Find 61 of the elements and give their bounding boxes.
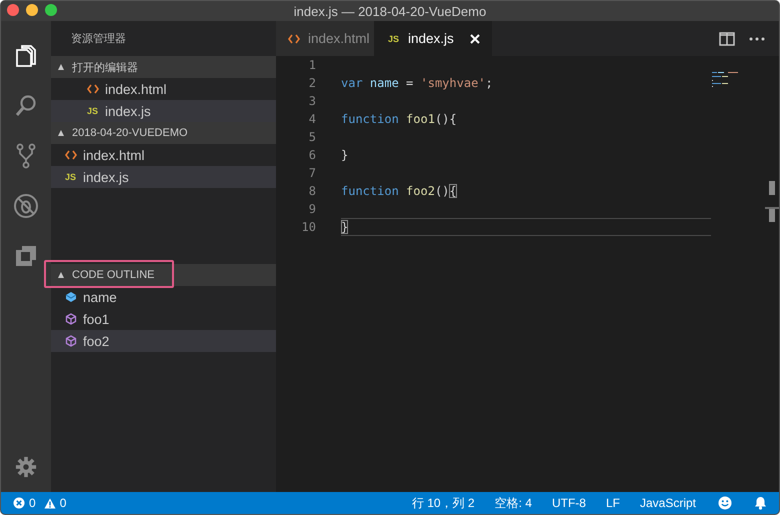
js-file-icon: JS [65, 172, 77, 182]
file-item[interactable]: JS index.js [51, 166, 276, 188]
line-number: 5 [308, 130, 316, 144]
sidebar-title: 资源管理器 [71, 32, 126, 46]
code-brackets-icon [87, 84, 99, 94]
outline-item[interactable]: foo1 [51, 308, 276, 330]
no-bug-icon[interactable] [13, 193, 39, 219]
code-line: function foo1(){ [341, 112, 457, 126]
files-icon[interactable] [14, 44, 38, 68]
code-brackets-icon [288, 34, 300, 44]
line-number: 1 [308, 58, 316, 72]
line-number: 6 [308, 148, 316, 162]
bell-icon[interactable] [754, 496, 767, 510]
line-number: 10 [300, 220, 316, 234]
settings-icon[interactable] [15, 456, 37, 478]
window-title: index.js — 2018-04-20-VueDemo [294, 4, 486, 18]
split-editor-icon[interactable] [719, 32, 735, 46]
section-header[interactable]: 打开的编辑器 [51, 56, 276, 78]
close-window-button[interactable] [7, 4, 19, 16]
outline-item[interactable]: name [51, 286, 276, 308]
code-line: } [341, 220, 348, 234]
line-number: 2 [308, 76, 316, 90]
search-icon[interactable] [14, 94, 38, 118]
status-item[interactable]: JavaScript [640, 496, 696, 510]
status-item[interactable]: 行 10，列 2 [412, 494, 475, 512]
minimize-window-button[interactable] [26, 4, 38, 16]
line-number: 7 [308, 166, 316, 180]
close-icon[interactable] [470, 34, 480, 44]
warning-count[interactable]: 0 [60, 496, 66, 510]
file-item[interactable]: index.html [51, 78, 276, 100]
cube-outline-icon [65, 335, 77, 347]
status-item[interactable]: 空格: 4 [494, 494, 532, 512]
editor-tab[interactable]: JS index.js [374, 21, 492, 56]
cube-outline-icon [65, 313, 77, 325]
status-item[interactable]: LF [606, 496, 620, 510]
error-icon[interactable] [13, 497, 25, 509]
js-file-icon: JS [388, 34, 400, 44]
outline-item[interactable]: foo2 [51, 330, 276, 352]
source-control-icon[interactable] [14, 143, 38, 169]
warning-icon[interactable] [44, 498, 56, 508]
file-item[interactable]: JS index.js [51, 100, 276, 122]
file-item[interactable]: index.html [51, 144, 276, 166]
zoom-window-button[interactable] [45, 4, 57, 16]
line-number: 4 [308, 112, 316, 126]
code-brackets-icon [65, 150, 77, 160]
smiley-icon[interactable] [718, 496, 732, 510]
js-file-icon: JS [87, 106, 99, 116]
code-editor[interactable]: 1 2 var name = 'smyhvae'; 3 4 function foo1(){ 5 6 } 7 8 function foo2(){ 9 10 } [276, 56, 779, 236]
section-header[interactable]: 2018-04-20-VUEDEMO [51, 122, 276, 144]
code-line: function foo2(){ [341, 184, 457, 198]
cube-icon [65, 291, 77, 303]
extensions-icon[interactable] [14, 244, 38, 268]
line-number: 8 [308, 184, 316, 198]
editor-tab[interactable]: index.html [276, 21, 374, 56]
code-line: } [341, 148, 348, 162]
error-count[interactable]: 0 [29, 496, 36, 510]
status-item[interactable]: UTF-8 [552, 496, 586, 510]
code-line: var name = 'smyhvae'; [341, 76, 493, 90]
line-number: 9 [308, 202, 316, 216]
line-number: 3 [308, 94, 316, 108]
more-icon[interactable] [749, 36, 765, 40]
